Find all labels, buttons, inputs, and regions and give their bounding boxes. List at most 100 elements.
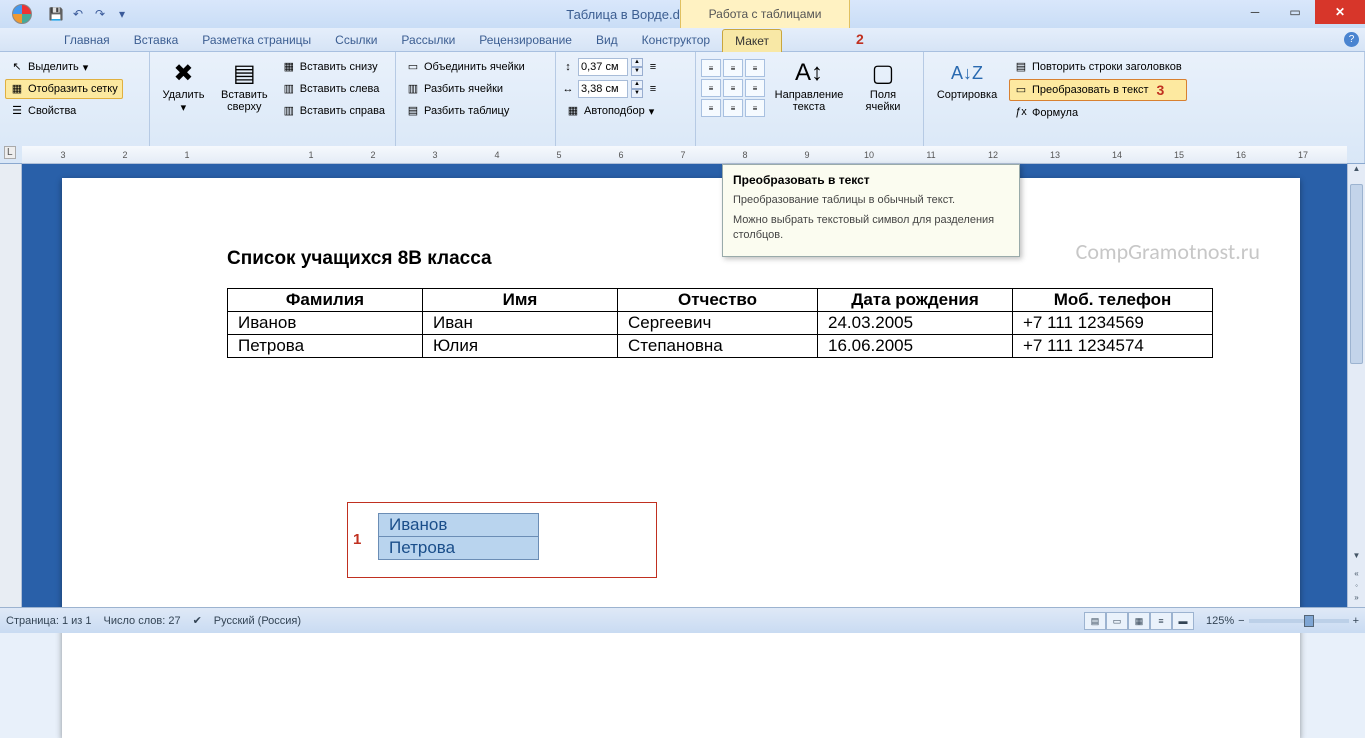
tooltip-text: Можно выбрать текстовый символ для разде… [733, 213, 1009, 242]
fullscreen-view[interactable]: ▭ [1106, 612, 1128, 630]
align-tr[interactable]: ≡ [745, 59, 765, 77]
text-direction-icon: A↕ [793, 57, 825, 89]
convert-to-text-button[interactable]: ▭Преобразовать в текст3 [1009, 79, 1187, 101]
zoom-slider[interactable] [1249, 619, 1349, 623]
delete-button[interactable]: ✖Удалить▾ [155, 55, 212, 114]
redo-icon[interactable]: ↷ [92, 6, 108, 22]
draft-view[interactable]: ▬ [1172, 612, 1194, 630]
split-cells-button[interactable]: ▥Разбить ячейки [401, 79, 530, 99]
tab-view[interactable]: Вид [584, 28, 630, 51]
tab-mailings[interactable]: Рассылки [389, 28, 467, 51]
web-view[interactable]: ▦ [1128, 612, 1150, 630]
repeat-headers-button[interactable]: ▤Повторить строки заголовков [1009, 57, 1187, 77]
insert-above-icon: ▤ [228, 57, 260, 89]
status-language[interactable]: Русский (Россия) [214, 615, 301, 627]
outline-view[interactable]: ≡ [1150, 612, 1172, 630]
properties-button[interactable]: ☰Свойства [5, 101, 123, 121]
align-bl[interactable]: ≡ [701, 99, 721, 117]
tooltip-title: Преобразовать в текст [733, 173, 1009, 187]
distribute-rows-icon[interactable]: ≡ [646, 61, 660, 73]
maximize-button[interactable]: ▭ [1275, 0, 1315, 24]
next-page-icon[interactable]: » [1350, 593, 1363, 605]
zoom-out-icon[interactable]: − [1238, 615, 1244, 627]
zoom-level[interactable]: 125% [1206, 615, 1234, 627]
save-icon[interactable]: 💾 [48, 6, 64, 22]
page[interactable]: CompGramotnost.ru Список учащихся 8В кла… [62, 178, 1300, 738]
scroll-down-icon[interactable]: ▼ [1348, 551, 1365, 567]
cell-margins-icon: ▢ [867, 57, 899, 89]
scroll-thumb[interactable] [1350, 184, 1363, 364]
undo-icon[interactable]: ↶ [70, 6, 86, 22]
scroll-up-icon[interactable]: ▲ [1348, 164, 1365, 180]
align-br[interactable]: ≡ [745, 99, 765, 117]
insert-right-icon: ▥ [282, 104, 296, 118]
selected-cell[interactable]: Иванов [379, 514, 539, 537]
tab-references[interactable]: Ссылки [323, 28, 389, 51]
delete-icon: ✖ [167, 57, 199, 89]
prev-page-icon[interactable]: « [1350, 569, 1363, 581]
status-bar: Страница: 1 из 1 Число слов: 27 ✔ Русски… [0, 607, 1365, 633]
callout-1: 1 [353, 531, 361, 548]
grid-icon: ▦ [10, 82, 24, 96]
distribute-cols-icon[interactable]: ≡ [646, 83, 660, 95]
tab-review[interactable]: Рецензирование [467, 28, 584, 51]
minimize-button[interactable]: ─ [1235, 0, 1275, 24]
sort-button[interactable]: A↓ZСортировка [929, 55, 1005, 101]
row-height-field[interactable]: ↕▲▼≡ [561, 58, 660, 76]
tab-insert[interactable]: Вставка [122, 28, 191, 51]
formula-button[interactable]: ƒxФормула [1009, 103, 1187, 123]
align-tc[interactable]: ≡ [723, 59, 743, 77]
help-icon[interactable]: ? [1344, 32, 1359, 47]
vertical-ruler[interactable] [0, 164, 22, 607]
align-tl[interactable]: ≡ [701, 59, 721, 77]
proofing-icon[interactable]: ✔ [193, 614, 202, 627]
status-page[interactable]: Страница: 1 из 1 [6, 615, 92, 627]
tooltip: Преобразовать в текст Преобразование таб… [722, 164, 1020, 257]
selected-cell[interactable]: Петрова [379, 537, 539, 560]
insert-below-icon: ▦ [282, 60, 296, 74]
tab-page-layout[interactable]: Разметка страницы [190, 28, 323, 51]
show-grid-button[interactable]: ▦Отобразить сетку [5, 79, 123, 99]
insert-below-button[interactable]: ▦Вставить снизу [277, 57, 390, 77]
autofit-button[interactable]: ▦Автоподбор ▾ [561, 101, 660, 121]
table-header-row: Фамилия Имя Отчество Дата рождения Моб. … [228, 289, 1213, 312]
selected-table[interactable]: Иванов Петрова [378, 513, 539, 560]
col-width-field[interactable]: ↔▲▼≡ [561, 80, 660, 98]
cell-margins-button[interactable]: ▢Поля ячейки [853, 55, 913, 113]
callout-3: 3 [1157, 82, 1165, 98]
tab-home[interactable]: Главная [52, 28, 122, 51]
align-bc[interactable]: ≡ [723, 99, 743, 117]
split-table-button[interactable]: ▤Разбить таблицу [401, 101, 530, 121]
print-layout-view[interactable]: ▤ [1084, 612, 1106, 630]
properties-icon: ☰ [10, 104, 24, 118]
tab-design[interactable]: Конструктор [630, 28, 722, 51]
insert-right-button[interactable]: ▥Вставить справа [277, 101, 390, 121]
sort-icon: A↓Z [951, 57, 983, 89]
align-ml[interactable]: ≡ [701, 79, 721, 97]
horizontal-ruler[interactable]: 3211234567891011121314151617 [22, 146, 1347, 164]
split-table-icon: ▤ [406, 104, 420, 118]
qat-dropdown-icon[interactable]: ▾ [114, 6, 130, 22]
students-table[interactable]: Фамилия Имя Отчество Дата рождения Моб. … [227, 288, 1213, 358]
vertical-scrollbar[interactable]: ▲ ▼ « ◦ » [1347, 164, 1365, 607]
quick-access-toolbar: 💾 ↶ ↷ ▾ [48, 6, 130, 22]
repeat-headers-icon: ▤ [1014, 60, 1028, 74]
ribbon-tabs: Главная Вставка Разметка страницы Ссылки… [0, 28, 1365, 52]
document-heading: Список учащихся 8В класса [227, 248, 1213, 270]
align-mc[interactable]: ≡ [723, 79, 743, 97]
office-button[interactable] [0, 0, 44, 28]
browse-object-icon[interactable]: ◦ [1350, 581, 1363, 593]
autofit-icon: ▦ [566, 104, 580, 118]
selection-highlight-box: 1 Иванов Петрова [347, 502, 657, 578]
close-button[interactable]: ✕ [1315, 0, 1365, 24]
insert-left-button[interactable]: ▥Вставить слева [277, 79, 390, 99]
status-words[interactable]: Число слов: 27 [104, 615, 181, 627]
insert-above-button[interactable]: ▤Вставить сверху [216, 55, 273, 113]
select-button[interactable]: ↖Выделить ▾ [5, 57, 123, 77]
zoom-in-icon[interactable]: + [1353, 615, 1359, 627]
align-mr[interactable]: ≡ [745, 79, 765, 97]
merge-cells-button[interactable]: ▭Объединить ячейки [401, 57, 530, 77]
tab-layout[interactable]: Макет [722, 29, 782, 52]
insert-left-icon: ▥ [282, 82, 296, 96]
text-direction-button[interactable]: A↕Направление текста [769, 55, 849, 113]
